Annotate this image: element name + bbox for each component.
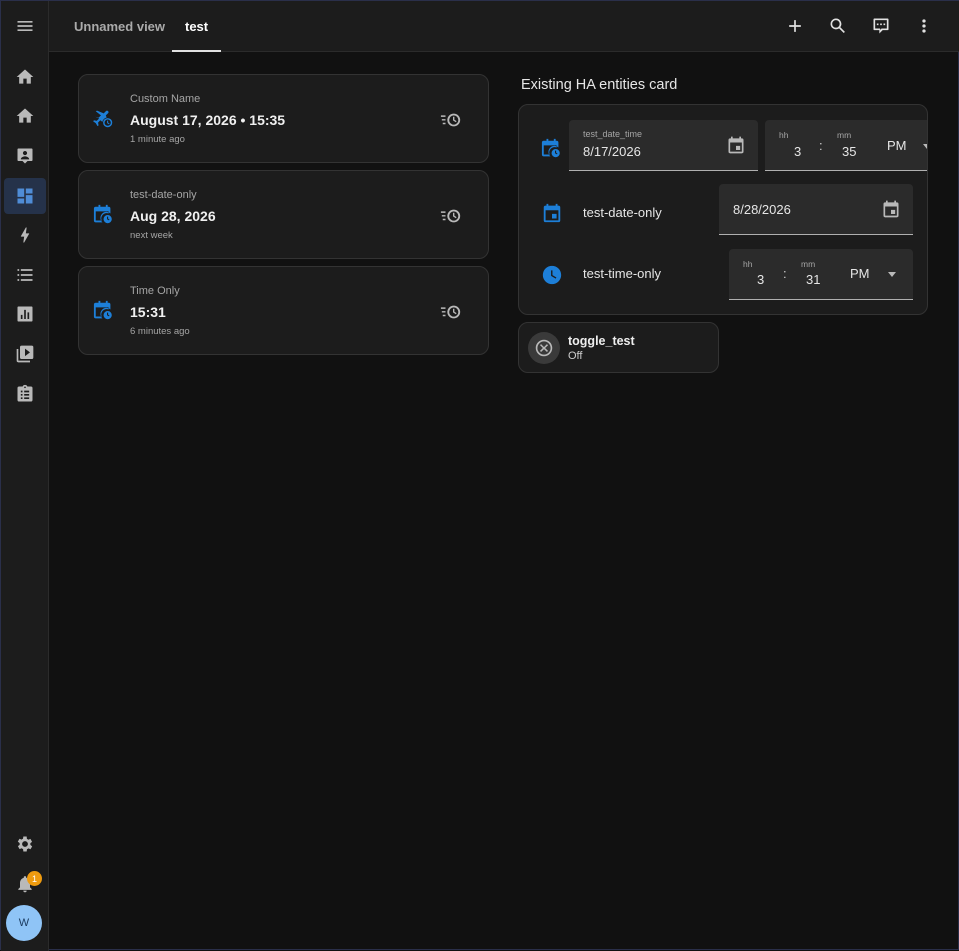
toggle-off-icon[interactable] xyxy=(528,332,560,364)
menu-icon[interactable] xyxy=(4,8,46,44)
card-value: 15:31 xyxy=(130,304,166,320)
sidebar-item-home[interactable] xyxy=(4,98,46,134)
search-icon[interactable] xyxy=(825,13,851,39)
sidebar-item-overview[interactable] xyxy=(4,59,46,95)
card-relative-time: next week xyxy=(130,230,173,241)
home-icon xyxy=(16,69,34,84)
entities-card: test_date_time 8/17/2026 hh 3 : mm 35 PM… xyxy=(518,104,928,315)
time-separator: : xyxy=(783,266,787,281)
sidebar-item-settings[interactable] xyxy=(4,826,46,862)
chevron-down-icon[interactable] xyxy=(923,144,927,149)
calendar-icon[interactable] xyxy=(726,135,746,155)
date-value: 8/17/2026 xyxy=(583,144,641,159)
assist-comment-icon[interactable] xyxy=(868,13,894,39)
calendar-clock-icon xyxy=(93,204,115,226)
ampm-select[interactable]: PM xyxy=(887,138,907,153)
card-relative-time: 6 minutes ago xyxy=(130,326,190,337)
sidebar-item-media[interactable] xyxy=(4,336,46,372)
media-play-icon xyxy=(16,345,34,363)
toggle-card[interactable]: toggle_test Off xyxy=(518,322,719,373)
card-label: Custom Name xyxy=(130,93,201,105)
datetime-card-date-only[interactable]: test-date-only Aug 28, 2026 next week xyxy=(78,170,489,259)
history-clock-icon[interactable] xyxy=(440,205,462,227)
calendar-clock-icon xyxy=(541,138,563,160)
minute-input[interactable]: 35 xyxy=(842,144,856,159)
sidebar-item-history[interactable] xyxy=(4,296,46,332)
sidebar-item-badge[interactable] xyxy=(4,138,46,174)
hour-label: hh xyxy=(779,130,789,140)
app-frame: 1 W Unnamed view test Custom Name August… xyxy=(0,0,959,951)
datetime-time-field[interactable]: hh 3 : mm 35 PM xyxy=(765,120,927,171)
hour-label: hh xyxy=(743,259,753,269)
toggle-name: toggle_test xyxy=(568,334,635,348)
datetime-card-custom-name[interactable]: Custom Name August 17, 2026 • 15:35 1 mi… xyxy=(78,74,489,163)
history-clock-icon[interactable] xyxy=(440,109,462,131)
minute-input[interactable]: 31 xyxy=(806,272,820,287)
date-value: 8/28/2026 xyxy=(733,202,791,217)
clock-icon xyxy=(541,264,563,286)
sidebar-item-energy[interactable] xyxy=(4,217,46,253)
top-toolbar: Unnamed view test xyxy=(49,1,959,52)
list-icon xyxy=(17,269,33,281)
entities-card-title: Existing HA entities card xyxy=(521,77,678,93)
clipboard-list-icon xyxy=(17,384,33,402)
calendar-icon xyxy=(541,202,563,224)
calendar-icon[interactable] xyxy=(881,199,901,219)
sidebar-item-logbook[interactable] xyxy=(4,257,46,293)
sidebar-item-todo[interactable] xyxy=(4,376,46,412)
minute-label: mm xyxy=(837,130,852,140)
hour-input[interactable]: 3 xyxy=(757,272,764,287)
time-only-field[interactable]: hh 3 : mm 31 PM xyxy=(729,249,913,300)
ampm-select[interactable]: PM xyxy=(850,266,870,281)
card-label: test-date-only xyxy=(130,189,197,201)
chart-box-icon xyxy=(17,306,33,322)
tab-test[interactable]: test xyxy=(172,1,222,52)
toggle-state: Off xyxy=(568,350,583,362)
date-only-field[interactable]: 8/28/2026 xyxy=(719,184,913,235)
airplane-clock-icon xyxy=(93,108,115,130)
avatar[interactable]: W xyxy=(6,905,42,941)
more-vert-icon[interactable] xyxy=(911,13,937,39)
home-icon xyxy=(16,108,34,123)
chevron-down-icon[interactable] xyxy=(888,272,896,277)
gear-icon xyxy=(17,836,33,852)
energy-bolt-icon xyxy=(20,227,30,243)
sidebar-item-notifications[interactable]: 1 xyxy=(4,866,46,902)
entity-name-date-only[interactable]: test-date-only xyxy=(583,205,662,220)
tab-unnamed-view[interactable]: Unnamed view xyxy=(74,1,165,52)
datetime-date-field[interactable]: test_date_time 8/17/2026 xyxy=(569,120,758,171)
time-separator: : xyxy=(819,138,823,153)
add-icon[interactable] xyxy=(782,13,808,39)
hour-input[interactable]: 3 xyxy=(794,144,801,159)
notification-count-badge: 1 xyxy=(27,871,42,886)
card-label: Time Only xyxy=(130,285,180,297)
card-value: August 17, 2026 • 15:35 xyxy=(130,112,286,128)
minute-label: mm xyxy=(801,259,816,269)
badge-account-icon xyxy=(17,148,33,164)
card-relative-time: 1 minute ago xyxy=(130,134,185,145)
calendar-clock-icon xyxy=(93,300,115,322)
field-label: test_date_time xyxy=(583,129,643,139)
sidebar-item-dashboard[interactable] xyxy=(4,178,46,214)
card-value: Aug 28, 2026 xyxy=(130,208,216,224)
datetime-card-time-only[interactable]: Time Only 15:31 6 minutes ago xyxy=(78,266,489,355)
dashboard-icon xyxy=(17,188,33,204)
sidebar: 1 W xyxy=(1,1,49,951)
entity-name-time-only[interactable]: test-time-only xyxy=(583,266,661,281)
history-clock-icon[interactable] xyxy=(440,301,462,323)
